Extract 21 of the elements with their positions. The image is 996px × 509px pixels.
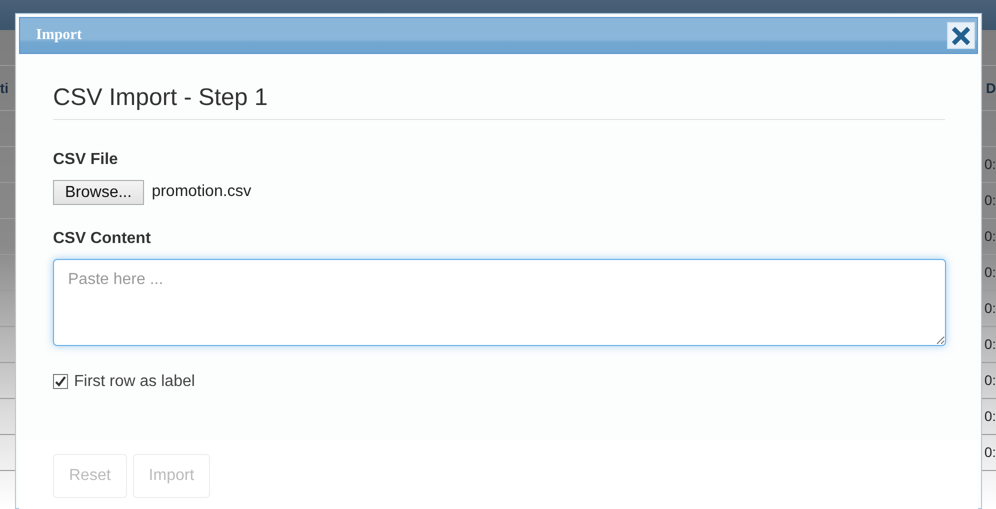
- dialog-heading: CSV Import - Step 1: [53, 84, 945, 120]
- content-field[interactable]: Paste here ...: [53, 258, 946, 346]
- column-header: ti: [0, 78, 9, 98]
- checkbox-label: First row as label: [74, 372, 195, 392]
- field-label: CSV Content: [53, 228, 152, 249]
- close-button[interactable]: [947, 22, 975, 49]
- table-cell-text: 0:: [984, 191, 996, 210]
- table-cell-text: 0:: [984, 371, 996, 390]
- table-cell-text: 0:: [984, 227, 996, 246]
- column-header: D: [986, 78, 996, 98]
- table-cell-text: 0:: [984, 299, 996, 318]
- checkbox[interactable]: [53, 374, 68, 390]
- table-cell-text: 0:: [984, 155, 996, 174]
- table-cell-text: 0:: [984, 407, 996, 426]
- field-label: CSV File: [53, 150, 119, 170]
- dialog-title: Import: [36, 26, 82, 46]
- table-cell-text: 0:: [984, 335, 996, 354]
- browse-button[interactable]: Browse...: [53, 180, 144, 205]
- table-cell-text: 0:: [984, 443, 996, 462]
- file-name: promotion.csv: [152, 182, 252, 202]
- table-cell-text: 0:: [984, 263, 996, 282]
